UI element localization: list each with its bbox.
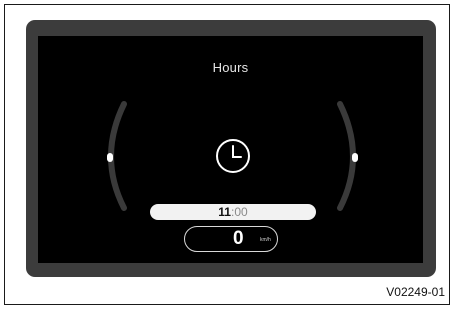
figure-reference: V02249-01 <box>386 285 445 299</box>
clock-icon <box>216 139 250 173</box>
speed-unit: km/h <box>260 237 271 243</box>
speed-value: 0 <box>233 228 244 249</box>
time-readout: 11:00 <box>150 204 316 220</box>
time-hours: 11 <box>218 205 231 219</box>
right-gauge-indicator <box>352 153 358 162</box>
right-arc-gauge <box>337 101 358 211</box>
left-gauge-indicator <box>107 153 113 162</box>
time-minutes: 00 <box>234 205 248 219</box>
left-arc-gauge <box>107 101 127 211</box>
